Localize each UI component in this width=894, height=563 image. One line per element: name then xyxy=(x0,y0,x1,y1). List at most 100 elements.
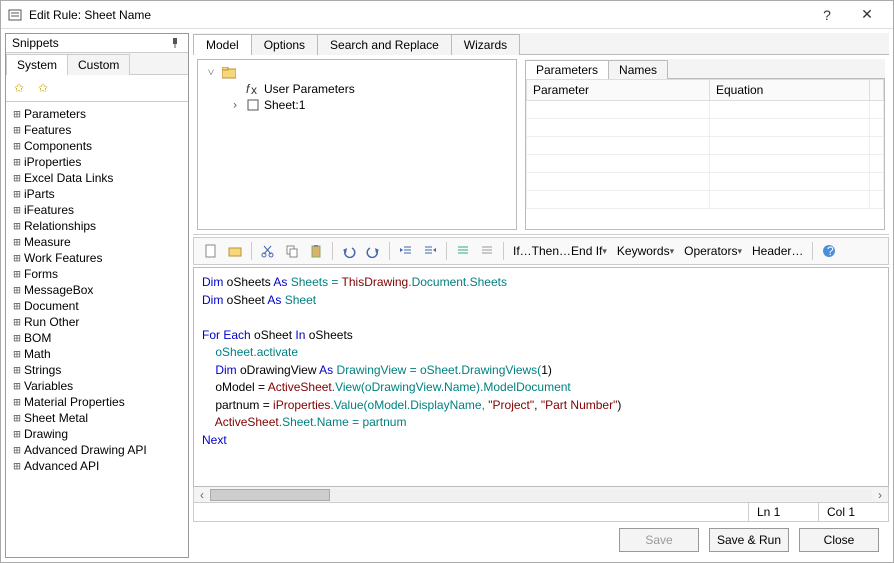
snippet-category[interactable]: ⊞Advanced Drawing API xyxy=(8,442,186,458)
indent-icon[interactable] xyxy=(419,241,441,261)
snippet-category[interactable]: ⊞MessageBox xyxy=(8,282,186,298)
model-tree-sheet[interactable]: › Sheet:1 xyxy=(226,97,512,113)
code-editor[interactable]: Dim oSheets As Sheets = ThisDrawing.Docu… xyxy=(193,267,889,487)
rule-icon xyxy=(7,7,23,23)
svg-text:?: ? xyxy=(827,244,834,258)
tab-wizards[interactable]: Wizards xyxy=(451,34,520,55)
tab-names[interactable]: Names xyxy=(608,60,668,79)
outdent-icon[interactable] xyxy=(395,241,417,261)
snippet-category[interactable]: ⊞Math xyxy=(8,346,186,362)
model-tree-root[interactable]: ˅ xyxy=(202,64,512,81)
snippets-toolbar: ✩ ✩ xyxy=(6,75,188,102)
new-icon[interactable] xyxy=(200,241,222,261)
status-col: Col 1 xyxy=(818,503,888,521)
model-tree[interactable]: ˅ fx User Parameters › Sheet:1 xyxy=(197,59,517,230)
scroll-left-icon[interactable]: ‹ xyxy=(194,488,210,502)
status-line: Ln 1 xyxy=(748,503,818,521)
col-equation[interactable]: Equation xyxy=(709,80,869,101)
snippets-header: Snippets xyxy=(6,34,188,53)
snippet-category[interactable]: ⊞iProperties xyxy=(8,154,186,170)
snippet-category[interactable]: ⊞Relationships xyxy=(8,218,186,234)
editor-toolbar: If…Then…End If Keywords Operators Header… xyxy=(193,237,889,265)
scroll-thumb[interactable] xyxy=(210,489,330,501)
snippet-category[interactable]: ⊞Parameters xyxy=(8,106,186,122)
sheet-icon xyxy=(245,98,261,112)
snippet-category[interactable]: ⊞Excel Data Links xyxy=(8,170,186,186)
tab-options[interactable]: Options xyxy=(251,34,318,55)
snippet-category[interactable]: ⊞Advanced API xyxy=(8,458,186,474)
model-tree-user-params[interactable]: fx User Parameters xyxy=(226,81,512,97)
snippet-category[interactable]: ⊞Components xyxy=(8,138,186,154)
snippet-category[interactable]: ⊞Run Other xyxy=(8,314,186,330)
help-button[interactable]: ? xyxy=(807,1,847,29)
toolbar-separator xyxy=(389,242,390,260)
pin-icon[interactable] xyxy=(168,36,182,50)
open-icon[interactable] xyxy=(224,241,246,261)
window-title: Edit Rule: Sheet Name xyxy=(29,8,807,22)
tab-model[interactable]: Model xyxy=(193,34,252,55)
close-button[interactable]: Close xyxy=(799,528,879,552)
copy-icon[interactable] xyxy=(281,241,303,261)
snippet-category[interactable]: ⊞Variables xyxy=(8,378,186,394)
help-icon[interactable]: ? xyxy=(818,241,840,261)
cut-icon[interactable] xyxy=(257,241,279,261)
tab-system[interactable]: System xyxy=(6,54,68,75)
snippet-category[interactable]: ⊞Work Features xyxy=(8,250,186,266)
insert-snippet-icon[interactable]: ✩ xyxy=(10,79,28,97)
col-spacer xyxy=(870,80,884,101)
comment-icon[interactable] xyxy=(452,241,474,261)
undo-icon[interactable] xyxy=(338,241,360,261)
toolbar-separator xyxy=(812,242,813,260)
snippets-tabstrip: System Custom xyxy=(6,53,188,75)
snippet-category[interactable]: ⊞iParts xyxy=(8,186,186,202)
redo-icon[interactable] xyxy=(362,241,384,261)
svg-text:x: x xyxy=(251,83,257,95)
snippet-category[interactable]: ⊞Document xyxy=(8,298,186,314)
snippet-category[interactable]: ⊞Forms xyxy=(8,266,186,282)
save-run-button[interactable]: Save & Run xyxy=(709,528,789,552)
snippet-category[interactable]: ⊞Material Properties xyxy=(8,394,186,410)
snippets-title: Snippets xyxy=(12,36,168,50)
folder-icon xyxy=(221,66,237,80)
main-area: Model Options Search and Replace Wizards… xyxy=(193,33,889,558)
snippet-category[interactable]: ⊞Measure xyxy=(8,234,186,250)
main-tabstrip: Model Options Search and Replace Wizards xyxy=(193,33,889,55)
header-button[interactable]: Header… xyxy=(748,241,807,261)
keywords-dropdown[interactable]: Keywords xyxy=(613,241,678,261)
col-parameter[interactable]: Parameter xyxy=(527,80,710,101)
scroll-right-icon[interactable]: › xyxy=(872,488,888,502)
tab-custom[interactable]: Custom xyxy=(67,54,130,75)
fx-icon: fx xyxy=(245,82,261,96)
param-tabstrip: Parameters Names xyxy=(525,59,885,79)
snippets-panel: Snippets System Custom ✩ ✩ ⊞Parameters ⊞… xyxy=(5,33,189,558)
save-button[interactable]: Save xyxy=(619,528,699,552)
snippet-category[interactable]: ⊞BOM xyxy=(8,330,186,346)
snippets-tree[interactable]: ⊞Parameters ⊞Features ⊞Components ⊞iProp… xyxy=(6,102,188,557)
dialog-footer: Save Save & Run Close xyxy=(193,522,889,558)
toolbar-separator xyxy=(503,242,504,260)
toolbar-separator xyxy=(332,242,333,260)
tab-search-replace[interactable]: Search and Replace xyxy=(317,34,452,55)
parameters-grid[interactable]: Parameter Equation xyxy=(525,79,885,230)
snippet-category[interactable]: ⊞Features xyxy=(8,122,186,138)
snippet-category[interactable]: ⊞iFeatures xyxy=(8,202,186,218)
if-then-dropdown[interactable]: If…Then…End If xyxy=(509,241,611,261)
horizontal-scrollbar[interactable]: ‹ › xyxy=(193,487,889,503)
edit-rule-dialog: Edit Rule: Sheet Name ? ✕ Snippets Syste… xyxy=(0,0,894,563)
scroll-track[interactable] xyxy=(210,489,872,501)
titlebar: Edit Rule: Sheet Name ? ✕ xyxy=(1,1,893,29)
favorite-snippet-icon[interactable]: ✩ xyxy=(34,79,52,97)
snippet-category[interactable]: ⊞Sheet Metal xyxy=(8,410,186,426)
close-window-button[interactable]: ✕ xyxy=(847,1,887,29)
toolbar-separator xyxy=(446,242,447,260)
snippet-category[interactable]: ⊞Strings xyxy=(8,362,186,378)
snippet-category[interactable]: ⊞Drawing xyxy=(8,426,186,442)
model-upper-pane: ˅ fx User Parameters › Sheet:1 xyxy=(193,55,889,235)
status-bar: Ln 1 Col 1 xyxy=(193,503,889,522)
uncomment-icon[interactable] xyxy=(476,241,498,261)
operators-dropdown[interactable]: Operators xyxy=(680,241,746,261)
paste-icon[interactable] xyxy=(305,241,327,261)
toolbar-separator xyxy=(251,242,252,260)
tab-parameters[interactable]: Parameters xyxy=(525,60,609,79)
parameters-panel: Parameters Names Parameter Equation xyxy=(525,59,885,230)
